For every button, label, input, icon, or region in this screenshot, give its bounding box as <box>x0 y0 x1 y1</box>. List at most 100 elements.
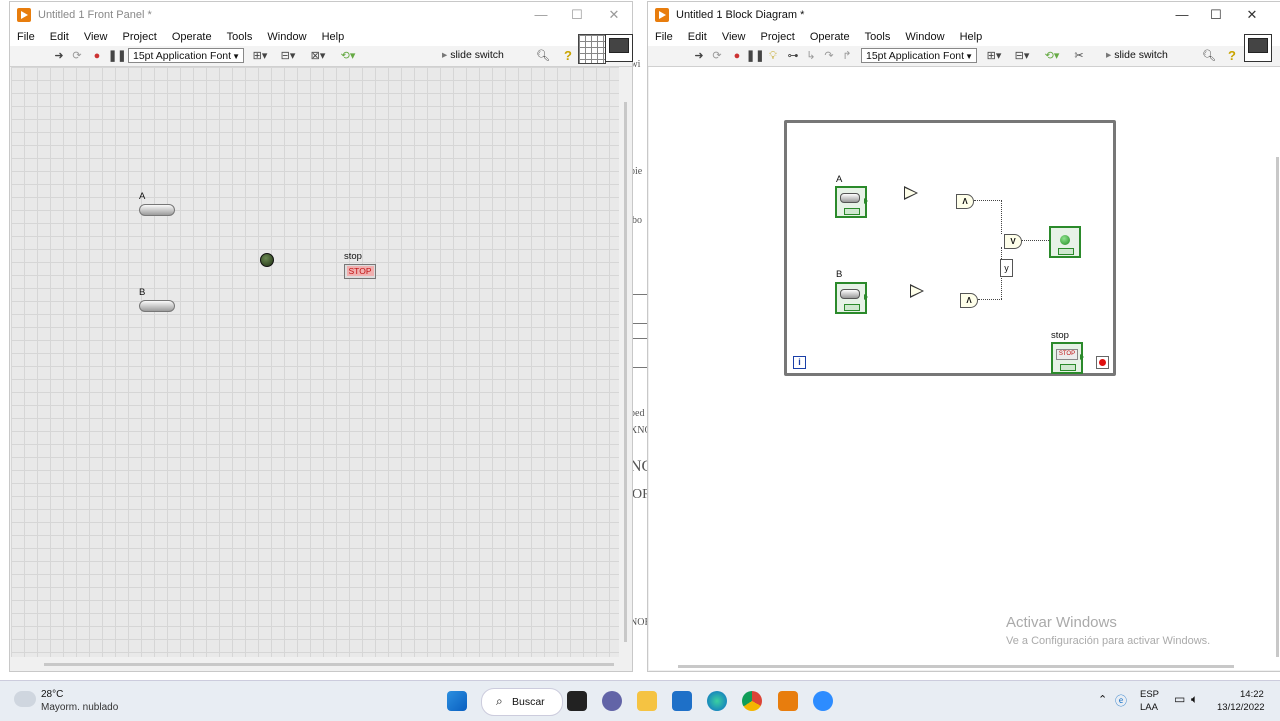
menu-edit[interactable]: Edit <box>50 28 69 43</box>
vi-icon[interactable] <box>605 34 633 62</box>
help-icon[interactable]: ? <box>1225 48 1239 63</box>
step-into-icon[interactable]: ↳ <box>804 49 818 63</box>
front-panel-canvas[interactable]: A B stop STOP <box>11 67 619 657</box>
menu-file[interactable]: File <box>17 28 35 43</box>
step-out-icon[interactable]: ↱ <box>840 49 854 63</box>
menu-edit[interactable]: Edit <box>688 28 707 43</box>
pause-icon[interactable]: ❚❚ <box>108 49 126 63</box>
menu-tools[interactable]: Tools <box>865 28 891 43</box>
maximize-icon[interactable]: ☐ <box>1203 6 1229 24</box>
chrome-browser-icon[interactable] <box>742 691 762 711</box>
edge-browser-icon[interactable] <box>707 691 727 711</box>
stop-button[interactable]: STOP <box>344 264 376 279</box>
abort-icon[interactable]: ● <box>730 49 744 63</box>
vi-icon[interactable] <box>1244 34 1272 62</box>
weather-desc[interactable]: Mayorm. nublado <box>41 702 118 713</box>
clock-time[interactable]: 14:22 <box>1240 689 1264 700</box>
reorder-icon[interactable]: ⟲▾ <box>1042 49 1062 63</box>
menu-operate[interactable]: Operate <box>172 28 212 43</box>
run-continuously-icon[interactable]: ⟳ <box>710 49 724 63</box>
search-icon[interactable]: 🔍︎ <box>536 49 550 63</box>
and-gate-b[interactable]: Λ <box>960 293 978 308</box>
file-explorer-icon[interactable] <box>637 691 657 711</box>
font-selector[interactable]: 15pt Application Font ▼ <box>861 48 977 63</box>
minimize-icon[interactable]: — <box>1169 6 1195 24</box>
distribute-objects-icon[interactable]: ⊟▾ <box>1012 49 1032 63</box>
and-gate-a[interactable]: Λ <box>956 194 974 209</box>
not-gate-a[interactable] <box>904 186 918 200</box>
distribute-objects-icon[interactable]: ⊟▾ <box>278 49 298 63</box>
task-view-icon[interactable] <box>567 691 587 711</box>
menu-file[interactable]: File <box>655 28 673 43</box>
menu-help[interactable]: Help <box>322 28 345 43</box>
loop-condition-terminal[interactable] <box>1096 356 1109 369</box>
menu-view[interactable]: View <box>722 28 746 43</box>
menu-window[interactable]: Window <box>267 28 306 43</box>
while-loop[interactable]: A B Λ Λ V y stop STOP i <box>784 120 1116 376</box>
chevron-up-icon[interactable]: ⌃ <box>1098 693 1107 706</box>
retain-wire-values-icon[interactable]: ⊶ <box>786 49 800 63</box>
abort-icon[interactable]: ● <box>90 49 104 63</box>
block-diagram-canvas[interactable]: A B Λ Λ V y stop STOP i <box>649 67 1280 670</box>
store-icon[interactable] <box>672 691 692 711</box>
cleanup-diagram-icon[interactable]: ✂ <box>1072 49 1086 63</box>
not-gate-b[interactable] <box>910 284 924 298</box>
run-arrow-icon[interactable]: ➜ <box>692 49 706 63</box>
output-label-box[interactable]: y <box>1000 259 1013 277</box>
clock-date[interactable]: 13/12/2022 <box>1217 702 1265 713</box>
align-objects-icon[interactable]: ⊞▾ <box>250 49 270 63</box>
run-continuously-icon[interactable]: ⟳ <box>70 49 84 63</box>
or-gate[interactable]: V <box>1004 234 1022 249</box>
align-objects-icon[interactable]: ⊞▾ <box>984 49 1004 63</box>
menu-tools[interactable]: Tools <box>227 28 253 43</box>
slide-switch-a[interactable] <box>139 204 175 216</box>
stop-terminal[interactable]: STOP <box>1051 342 1084 374</box>
wire[interactable] <box>974 200 1002 201</box>
font-selector[interactable]: 15pt Application Font ▼ <box>128 48 244 63</box>
language-indicator[interactable]: ESP <box>1140 689 1159 700</box>
horizontal-scrollbar[interactable] <box>44 663 614 666</box>
close-icon[interactable]: ✕ <box>601 6 627 24</box>
menu-help[interactable]: Help <box>960 28 983 43</box>
chat-icon[interactable] <box>602 691 622 711</box>
search-box[interactable]: ▸ slide switch <box>1106 49 1168 61</box>
step-over-icon[interactable]: ↷ <box>822 49 836 63</box>
menu-project[interactable]: Project <box>761 28 795 43</box>
close-icon[interactable]: ✕ <box>1239 6 1265 24</box>
pause-icon[interactable]: ❚❚ <box>746 49 764 63</box>
wire[interactable] <box>978 299 1002 300</box>
connector-pane-icon[interactable] <box>578 34 606 64</box>
horizontal-scrollbar[interactable] <box>678 665 1234 668</box>
terminal-a[interactable] <box>835 186 868 218</box>
search-icon[interactable]: 🔍︎ <box>1202 49 1216 63</box>
windows-start-icon[interactable] <box>447 691 467 711</box>
menu-window[interactable]: Window <box>905 28 944 43</box>
taskbar-search[interactable]: ⌕ Buscar <box>481 688 563 716</box>
network-icon[interactable]: ▭ <box>1174 692 1185 706</box>
reorder-icon[interactable]: ⟲▾ <box>338 49 358 63</box>
vertical-scrollbar[interactable] <box>1276 157 1279 657</box>
output-led[interactable] <box>260 253 274 267</box>
wire[interactable] <box>1001 200 1002 234</box>
help-icon[interactable]: ? <box>561 48 575 63</box>
search-box[interactable]: ▸ slide switch <box>442 49 504 61</box>
zoom-icon[interactable] <box>813 691 833 711</box>
volume-icon[interactable]: 🔈︎ <box>1191 692 1198 707</box>
menu-operate[interactable]: Operate <box>810 28 850 43</box>
led-indicator-terminal[interactable] <box>1049 226 1081 258</box>
run-arrow-icon[interactable]: ➜ <box>52 49 66 63</box>
weather-cloud-icon[interactable] <box>14 691 36 707</box>
maximize-icon[interactable]: ☐ <box>564 6 590 24</box>
resize-objects-icon[interactable]: ⊠▾ <box>308 49 328 63</box>
weather-temp[interactable]: 28°C <box>41 689 63 700</box>
minimize-icon[interactable]: — <box>528 6 554 24</box>
slide-switch-b[interactable] <box>139 300 175 312</box>
terminal-b[interactable] <box>835 282 868 314</box>
highlight-execution-icon[interactable]: 💡︎ <box>766 49 780 63</box>
labview-taskbar-icon[interactable] <box>778 691 798 711</box>
menu-view[interactable]: View <box>84 28 108 43</box>
wire[interactable] <box>1021 240 1049 241</box>
keyboard-layout[interactable]: LAA <box>1140 702 1158 713</box>
vertical-scrollbar[interactable] <box>624 102 627 642</box>
iteration-terminal[interactable]: i <box>793 356 806 369</box>
